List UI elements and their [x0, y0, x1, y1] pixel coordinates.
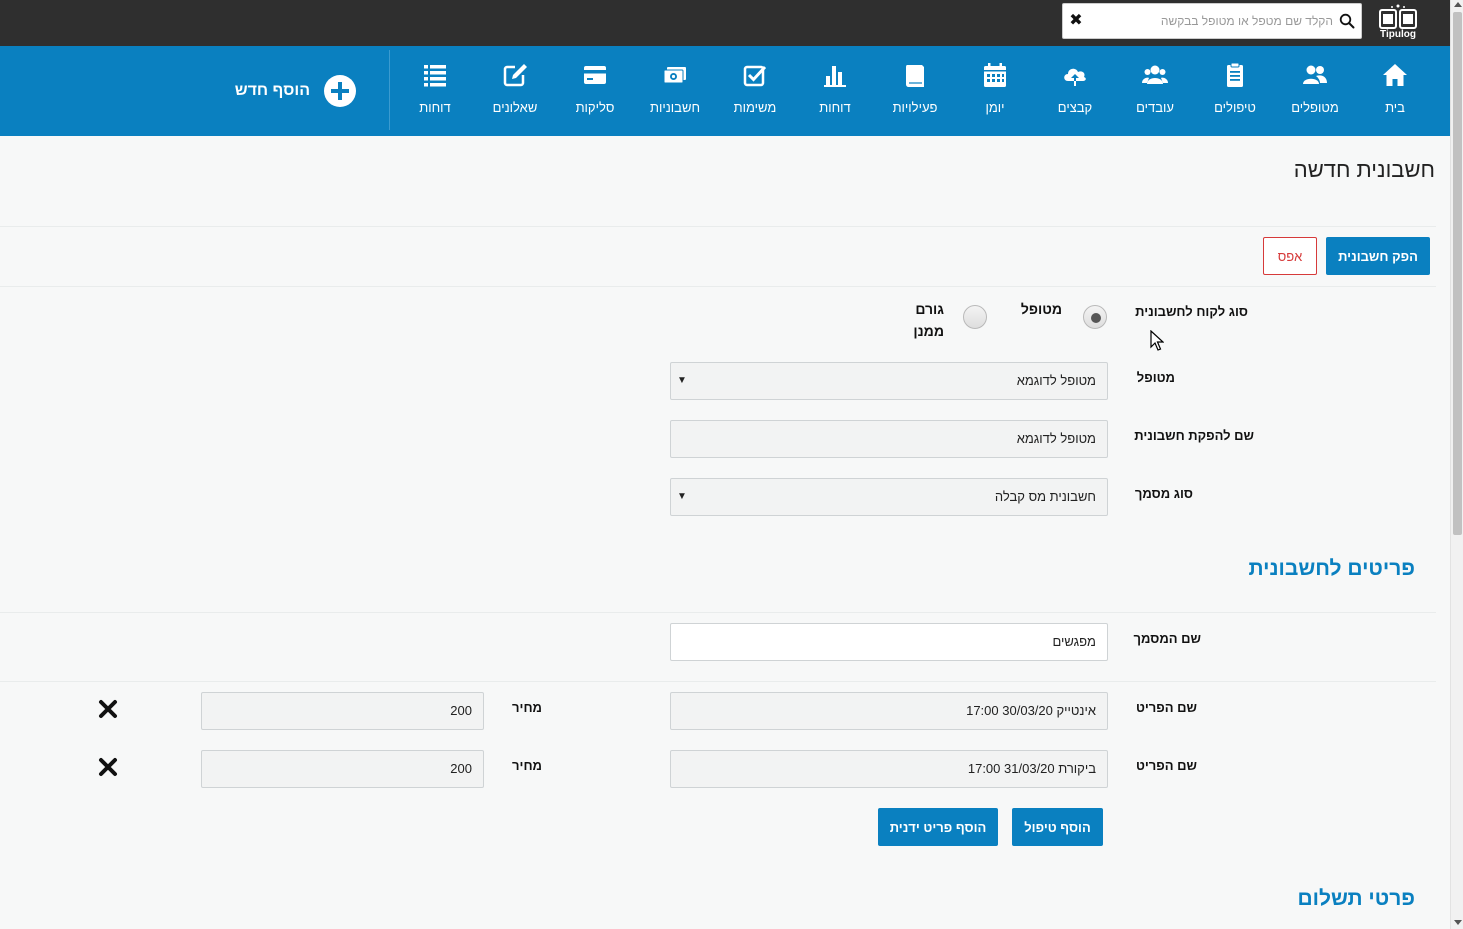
nav-item-home[interactable]: בית: [1355, 62, 1435, 122]
nav-item-employees[interactable]: עובדים: [1115, 62, 1195, 122]
customer-type-radio-funder[interactable]: [963, 305, 987, 329]
cloud-upload-icon: [1064, 68, 1086, 86]
nav-item-tasks[interactable]: משימות: [715, 62, 795, 122]
radio-label-funder: גורם ממנן: [913, 301, 944, 339]
nav-item-activities[interactable]: פעילויות: [875, 62, 955, 122]
book-icon: [906, 65, 924, 87]
doc-type-select[interactable]: חשבונית מס קבלה ▼: [670, 478, 1108, 516]
calendar-icon: [984, 63, 1006, 87]
scroll-down-icon[interactable]: [1454, 920, 1462, 925]
vertical-scrollbar[interactable]: [1450, 0, 1463, 929]
add-manual-item-button[interactable]: הוסף פריט ידנית: [878, 808, 998, 846]
customer-type-radio-patient[interactable]: [1083, 305, 1107, 329]
mouse-cursor-icon: [1150, 330, 1164, 351]
patients-icon: [1303, 65, 1327, 84]
divider: [0, 226, 1436, 227]
chevron-down-icon: ▼: [677, 491, 687, 502]
home-icon: [1383, 64, 1407, 86]
items-section-title: פריטים לחשבונית: [1248, 557, 1415, 580]
money-icon: [663, 67, 686, 84]
doc-name-label: שם המסמך: [1133, 631, 1201, 646]
doc-type-label: סוג מסמך: [1134, 486, 1193, 501]
scroll-up-icon[interactable]: [1454, 2, 1462, 7]
search-icon[interactable]: [1339, 13, 1355, 29]
divider: [0, 612, 1436, 613]
item-name-input[interactable]: אינטייק 30/03/20 17:00: [670, 692, 1108, 730]
remove-item-icon[interactable]: [97, 698, 119, 720]
list-icon: [424, 65, 446, 87]
issue-invoice-button[interactable]: הפק חשבונית: [1326, 237, 1430, 275]
customer-type-label: סוג לקוח לחשבונית: [1135, 304, 1248, 319]
nav-item-files[interactable]: קבצים: [1035, 62, 1115, 122]
search-input[interactable]: [1089, 10, 1333, 32]
main-nav: בית מטופלים טיפולים עובדים קבצים יומן פע…: [0, 46, 1450, 136]
nav-item-payments[interactable]: סליקות: [555, 62, 635, 122]
nav-item-reports-list[interactable]: דוחות: [395, 62, 475, 122]
nav-item-patients[interactable]: מטופלים: [1275, 62, 1355, 122]
price-input[interactable]: 200: [201, 750, 484, 788]
price-label: מחיר: [512, 700, 542, 715]
radio-selected-dot: [1091, 313, 1101, 323]
top-bar: ✖ Tipulog: [0, 0, 1450, 46]
search-box[interactable]: ✖: [1062, 3, 1362, 39]
edit-icon: [503, 64, 527, 87]
add-new-button[interactable]: הוסף חדש: [230, 74, 360, 108]
price-label: מחיר: [512, 758, 542, 773]
patient-label: מטופל: [1136, 370, 1175, 385]
logo-text: Tipulog: [1380, 29, 1416, 40]
page-title: חשבונית חדשה: [1293, 157, 1435, 182]
radio-label-patient: מטופל: [1020, 301, 1062, 317]
divider: [0, 681, 1436, 682]
invoice-name-input[interactable]: מטופל לדוגמא: [670, 420, 1108, 458]
nav-item-treatments[interactable]: טיפולים: [1195, 62, 1275, 122]
app-logo[interactable]: Tipulog: [1374, 4, 1422, 42]
nav-item-calendar[interactable]: יומן: [955, 62, 1035, 122]
item-name-label: שם הפריט: [1135, 758, 1197, 773]
payment-section-title: פרטי תשלום: [1297, 887, 1415, 910]
scrollbar-thumb[interactable]: [1453, 12, 1462, 535]
nav-item-reports[interactable]: דוחות: [795, 62, 875, 122]
divider: [0, 286, 1436, 287]
logo-icon: [1379, 4, 1417, 29]
nav-divider: [389, 50, 390, 130]
checkbox-icon: [743, 65, 767, 87]
employees-icon: [1142, 65, 1168, 84]
patient-select[interactable]: מטופל לדוגמא ▼: [670, 362, 1108, 400]
plus-circle-icon: [324, 75, 356, 107]
doc-name-input[interactable]: מפגשים: [670, 623, 1108, 661]
clipboard-icon: [1227, 62, 1243, 87]
add-treatment-button[interactable]: הוסף טיפול: [1012, 808, 1103, 846]
price-input[interactable]: 200: [201, 692, 484, 730]
reset-button[interactable]: אפס: [1263, 237, 1317, 275]
bar-chart-icon: [824, 66, 846, 87]
nav-item-invoices[interactable]: חשבוניות: [635, 62, 715, 122]
credit-card-icon: [584, 66, 606, 84]
chevron-down-icon: ▼: [677, 375, 687, 386]
invoice-name-label: שם להפקת חשבונית: [1134, 428, 1254, 443]
item-name-label: שם הפריט: [1135, 700, 1197, 715]
item-name-input[interactable]: ביקורת 31/03/20 17:00: [670, 750, 1108, 788]
clear-search-icon[interactable]: ✖: [1069, 12, 1083, 30]
nav-item-questionnaires[interactable]: שאלונים: [475, 62, 555, 122]
remove-item-icon[interactable]: [97, 756, 119, 778]
